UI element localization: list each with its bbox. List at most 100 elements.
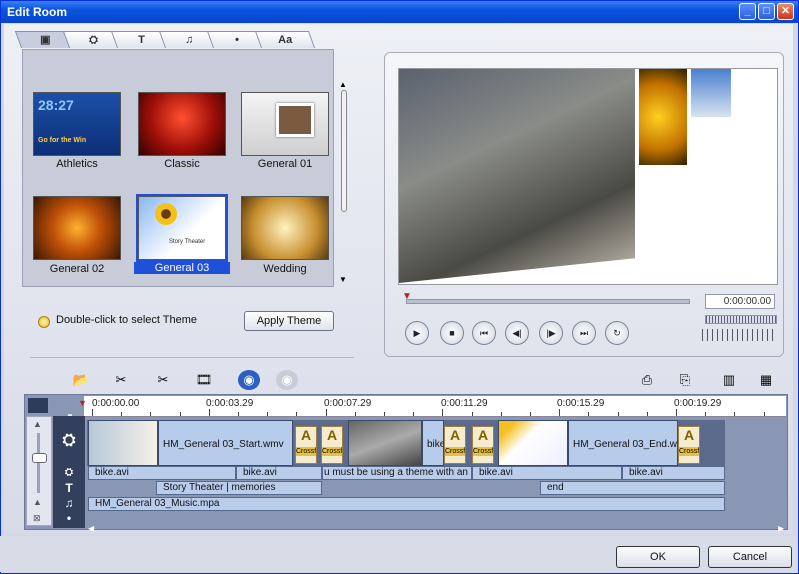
zoom-out-icon[interactable]: ▲	[33, 497, 42, 507]
hint-text: Double-click to select Theme	[56, 314, 198, 326]
apply-theme-button[interactable]: Apply Theme	[244, 311, 334, 331]
timeline-ruler[interactable]: 0:00:00.00 0:00:03.29 0:00:07.29 0:00:11…	[84, 396, 786, 417]
go-to-start-button[interactable]: ⏮	[472, 321, 496, 345]
fit-project-icon[interactable]: ⊠	[33, 513, 41, 524]
minimize-button[interactable]: _	[739, 3, 756, 20]
play-button[interactable]: ▶	[405, 321, 429, 345]
theme-thumb-general-02[interactable]	[33, 196, 121, 260]
zoom-track[interactable]	[37, 433, 40, 493]
library-scrollbar[interactable]: ▲ ▼	[339, 80, 347, 285]
video-clip-start[interactable]: HM_General 03_Start.wmv	[158, 420, 293, 466]
preview-scrubber[interactable]	[406, 299, 690, 304]
playhead-icon[interactable]: ▼	[78, 398, 87, 408]
music-track-icon: •	[66, 511, 72, 525]
theme-thumb-classic[interactable]	[138, 92, 226, 156]
scrubber-marker-icon[interactable]: ▼	[402, 291, 412, 302]
transition-crossfade[interactable]: ACrossfa	[321, 426, 343, 464]
zoom-in-icon[interactable]: ▲	[33, 419, 42, 429]
zoom-slider[interactable]	[702, 329, 776, 341]
thumb-caption-text: Go for the Win	[38, 137, 87, 144]
ruler-tick	[354, 412, 356, 416]
zoom-thumb[interactable]	[32, 453, 47, 463]
ruler-tick	[296, 412, 298, 416]
previous-frame-button[interactable]: ◀|	[505, 321, 529, 345]
overlay-clip[interactable]: bike.avi	[622, 466, 725, 480]
theme-thumb-general-01[interactable]	[241, 92, 329, 156]
split-clip-icon[interactable]: 🎞	[193, 370, 215, 390]
maximize-button[interactable]: □	[758, 3, 775, 20]
music-clip[interactable]: HM_General 03_Music.mpa	[88, 497, 725, 511]
title-track-icon: T	[65, 481, 73, 495]
transition-crossfade[interactable]: ACrossfa	[444, 426, 466, 464]
disabled-action-icon: ◉	[276, 370, 298, 390]
ruler-tick	[325, 409, 327, 416]
clip-name: bike	[427, 439, 444, 450]
time-display[interactable]: 0:00:00.00	[705, 294, 775, 309]
overlay-clip[interactable]: bike.avi	[88, 466, 236, 480]
theme-label-general-01: General 01	[257, 158, 313, 170]
title-clip[interactable]: Story Theater | memories	[156, 481, 322, 495]
cancel-button[interactable]: Cancel	[708, 546, 792, 568]
ruler-tick	[150, 412, 152, 416]
video-cyclist-frame	[399, 69, 635, 283]
video-clip-bike[interactable]: bike	[422, 420, 444, 466]
ok-button[interactable]: OK	[616, 546, 700, 568]
overlay-clip[interactable]: bike.avi	[236, 466, 322, 480]
overlay-clip[interactable]: u must be using a theme with an over	[322, 466, 472, 480]
video-clip[interactable]	[498, 420, 568, 466]
overlay-track-icon: ⛭	[65, 467, 73, 478]
video-sky-panel	[691, 69, 731, 117]
snapshot-icon[interactable]: ⎙	[636, 370, 658, 390]
scroll-thumb[interactable]	[341, 90, 347, 212]
theme-thumb-wedding[interactable]	[241, 196, 329, 260]
scroll-left-icon[interactable]: ◀	[88, 524, 94, 533]
theme-label-general-02: General 02	[49, 263, 105, 275]
clip-name: HM_General 03_Start.wmv	[163, 439, 284, 450]
video-clip-bike[interactable]	[348, 420, 422, 466]
export-icon[interactable]: ⎘	[674, 370, 696, 390]
record-icon[interactable]: ◉	[238, 370, 260, 390]
scroll-up-icon[interactable]: ▲	[339, 80, 347, 89]
tab-text-styles[interactable]: Aa	[254, 31, 316, 48]
theme-thumb-general-03[interactable]: Story Theater	[136, 194, 228, 262]
video-clip-end[interactable]: HM_General 03_End.wm	[568, 420, 678, 466]
transition-label: Crossfa	[445, 447, 466, 456]
ruler-tick	[238, 412, 239, 416]
video-track-icon: ⛭	[62, 432, 76, 449]
theme-thumb-athletics[interactable]: 28:27 Go for the Win	[33, 92, 121, 156]
transition-crossfade[interactable]: ACrossfa	[472, 426, 494, 464]
ruler-tick	[208, 409, 210, 416]
close-button[interactable]: ✕	[777, 3, 794, 20]
repeat-button[interactable]: ↻	[605, 321, 629, 345]
trim-clip-icon[interactable]: ✂	[152, 370, 174, 390]
zoom-panel: ▲ ▲ ⊠	[26, 416, 52, 526]
volume-slider[interactable]	[705, 315, 777, 324]
go-to-end-button[interactable]: ⏭	[572, 321, 596, 345]
import-media-icon[interactable]: 📂	[70, 370, 92, 390]
ruler-tick	[384, 412, 385, 416]
theme-label-general-03: General 03	[134, 262, 230, 274]
scroll-down-icon[interactable]: ▼	[339, 275, 347, 284]
timeline-view-icon[interactable]: ▦	[755, 370, 777, 390]
title-clip[interactable]: end	[540, 481, 725, 495]
transition-crossfade[interactable]: ACrossfa	[295, 426, 317, 464]
lightbulb-icon	[38, 316, 50, 328]
thumb-sunflower	[155, 203, 177, 225]
ruler-tick	[646, 412, 648, 416]
next-frame-button[interactable]: |▶	[539, 321, 563, 345]
ruler-tick	[734, 412, 736, 416]
delete-clip-icon[interactable]: ✂	[110, 370, 132, 390]
timeline-scrollbar[interactable]: ◀ ▶	[88, 524, 788, 534]
stop-button[interactable]: ■	[440, 321, 464, 345]
ruler-tick	[763, 412, 765, 416]
transition-crossfade[interactable]: ACrossfa	[678, 426, 700, 464]
scroll-right-icon[interactable]: ▶	[778, 524, 784, 533]
timeline-mode-button[interactable]	[27, 397, 49, 414]
storyboard-view-icon[interactable]: ▥	[718, 370, 740, 390]
preview-video	[398, 68, 778, 285]
theme-label-athletics: Athletics	[56, 158, 98, 170]
ruler-tick	[267, 412, 269, 416]
video-clip[interactable]	[88, 420, 158, 466]
clip-name: HM_General 03_End.wm	[573, 439, 678, 450]
overlay-clip[interactable]: bike.avi	[472, 466, 622, 480]
